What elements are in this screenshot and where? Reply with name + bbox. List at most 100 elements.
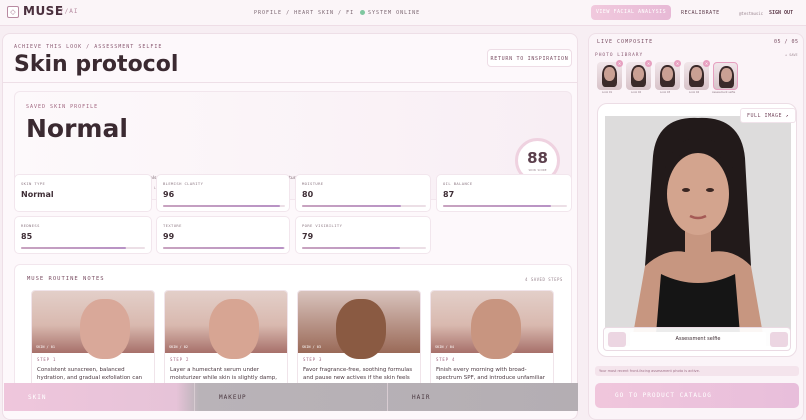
top-bar: ◇ MUSE //AI PROFILE / HEART SKIN / FI SY… bbox=[0, 0, 806, 26]
metric-bar-fill bbox=[302, 247, 400, 249]
main-panel: ACHIEVE THIS LOOK / ASSESSMENT SELFIE Sk… bbox=[2, 33, 578, 420]
step-photo bbox=[431, 291, 553, 359]
notes-count: 4 SAVED STEPS bbox=[525, 277, 563, 282]
page-kicker: ACHIEVE THIS LOOK / ASSESSMENT SELFIE bbox=[14, 44, 163, 50]
remove-icon[interactable]: × bbox=[703, 60, 710, 67]
face-image-icon bbox=[80, 299, 130, 359]
metric-value: Normal bbox=[21, 190, 54, 199]
photo-caption: Assessment selfie bbox=[630, 332, 766, 347]
metric-label: MOISTURE bbox=[302, 181, 324, 186]
view-facial-analysis-button[interactable]: VIEW FACIAL ANALYSIS bbox=[591, 5, 671, 20]
composite-kicker: LIVE COMPOSITE bbox=[597, 39, 654, 45]
metric-bar bbox=[163, 247, 285, 249]
step-text: Layer a humectant serum under moisturize… bbox=[170, 367, 278, 381]
step-tag: SKIN / 03 bbox=[302, 345, 321, 349]
metric-value: 96 bbox=[163, 190, 175, 199]
page-title: Skin protocol bbox=[14, 52, 179, 77]
step-number: STEP 1 bbox=[37, 357, 57, 362]
routine-notes: MUSE ROUTINE NOTES 4 SAVED STEPS SKIN / … bbox=[14, 264, 572, 410]
step-photo bbox=[298, 291, 420, 359]
metric-label: BLEMISH CLARITY bbox=[163, 181, 204, 186]
step-tag: SKIN / 02 bbox=[169, 345, 188, 349]
photo-library-label: PHOTO LIBRARY bbox=[595, 53, 644, 58]
step-number: STEP 4 bbox=[436, 357, 456, 362]
step-tag: SKIN / 04 bbox=[435, 345, 454, 349]
recalibrate-button[interactable]: RECALIBRATE bbox=[681, 10, 720, 16]
tab-skin[interactable]: SKIN bbox=[4, 383, 194, 411]
face-shape bbox=[662, 67, 673, 81]
thumbnail-label: Look 02 bbox=[631, 91, 642, 94]
tab-label: MAKEUP bbox=[219, 393, 247, 401]
step-number: STEP 2 bbox=[170, 357, 190, 362]
skin-score-label: SKIN SCORE bbox=[528, 168, 547, 172]
metric-bar-fill bbox=[302, 205, 402, 207]
metric-card: BLEMISH CLARITY 96 bbox=[156, 174, 290, 212]
active-photo-note: Your most recent front-facing assessment… bbox=[595, 366, 799, 376]
tab-label: SKIN bbox=[28, 393, 47, 401]
metric-card: PORE VISIBILITY 79 bbox=[295, 216, 431, 254]
composite-count: 05 / 05 bbox=[774, 39, 799, 45]
metric-bar-fill bbox=[21, 247, 127, 249]
user-handle: @testmusic bbox=[739, 11, 764, 16]
next-photo-button[interactable] bbox=[770, 332, 788, 347]
remove-icon[interactable]: × bbox=[645, 60, 652, 67]
remove-icon[interactable]: × bbox=[674, 60, 681, 67]
step-tag: SKIN / 01 bbox=[36, 345, 55, 349]
skin-score: 88 bbox=[527, 149, 548, 167]
step-text: Favor fragrance-free, soothing formulas … bbox=[303, 367, 413, 381]
metric-bar bbox=[163, 205, 285, 207]
nav-skin[interactable]: SKIN / FI bbox=[318, 10, 354, 16]
tab-makeup[interactable]: MAKEUP bbox=[195, 383, 387, 411]
step-text: Consistent sunscreen, balanced hydration… bbox=[37, 367, 143, 381]
return-to-inspiration-button[interactable]: RETURN TO INSPIRATION bbox=[487, 49, 572, 67]
category-tab-bar: SKIN MAKEUP HAIR bbox=[4, 383, 578, 411]
tab-hair[interactable]: HAIR bbox=[388, 383, 578, 411]
save-photo-link[interactable]: + SAVE bbox=[785, 53, 798, 57]
notes-title: MUSE ROUTINE NOTES bbox=[27, 276, 105, 282]
logo[interactable]: MUSE bbox=[23, 4, 64, 18]
divider bbox=[3, 82, 577, 83]
profile-kicker: SAVED SKIN PROFILE bbox=[26, 104, 99, 110]
face-shape bbox=[691, 67, 702, 81]
step-number: STEP 3 bbox=[303, 357, 323, 362]
full-image-button[interactable]: FULL IMAGE ↗ bbox=[740, 108, 796, 123]
thumbnail-label: Look 03 bbox=[660, 91, 671, 94]
logo-sub: //AI bbox=[60, 8, 79, 15]
metric-value: 99 bbox=[163, 232, 175, 241]
skin-type-heading: Normal bbox=[26, 114, 128, 143]
step-photo bbox=[32, 291, 154, 359]
metric-value: 85 bbox=[21, 232, 33, 241]
metric-bar bbox=[302, 205, 426, 207]
step-photo bbox=[165, 291, 287, 359]
face-shape bbox=[721, 68, 732, 82]
metric-bar bbox=[443, 205, 567, 207]
face-image-icon bbox=[209, 299, 259, 359]
logo-mark-icon: ◇ bbox=[7, 6, 19, 18]
tab-label: HAIR bbox=[412, 393, 431, 401]
metric-label: TEXTURE bbox=[163, 223, 182, 228]
composite-panel: LIVE COMPOSITE 05 / 05 PHOTO LIBRARY + S… bbox=[588, 33, 804, 420]
face-shape bbox=[633, 67, 644, 81]
metric-value: 87 bbox=[443, 190, 455, 199]
remove-icon[interactable]: × bbox=[616, 60, 623, 67]
metric-label: SKIN TYPE bbox=[21, 181, 46, 186]
photo-caption-bar: Assessment selfie bbox=[603, 327, 791, 351]
face-shape bbox=[604, 67, 615, 81]
metric-label: REDNESS bbox=[21, 223, 40, 228]
metric-card: OIL BALANCE 87 bbox=[436, 174, 572, 212]
metric-card: MOISTURE 80 bbox=[295, 174, 431, 212]
metric-value: 80 bbox=[302, 190, 314, 199]
metric-label: PORE VISIBILITY bbox=[302, 223, 343, 228]
nav-profile[interactable]: PROFILE / HEART bbox=[254, 10, 314, 16]
metric-bar-fill bbox=[443, 205, 551, 207]
metric-value: 79 bbox=[302, 232, 314, 241]
face-image-icon bbox=[471, 299, 521, 359]
metric-card: REDNESS 85 bbox=[14, 216, 152, 254]
step-text: Finish every morning with broad-spectrum… bbox=[436, 367, 545, 381]
thumbnail-active[interactable] bbox=[713, 62, 738, 90]
go-to-product-catalog-button[interactable]: GO TO PRODUCT CATALOG bbox=[595, 383, 799, 408]
assessment-photo bbox=[605, 116, 791, 346]
previous-photo-button[interactable] bbox=[608, 332, 626, 347]
sign-out-button[interactable]: SIGN OUT bbox=[769, 10, 793, 16]
system-status: SYSTEM ONLINE bbox=[368, 10, 421, 16]
